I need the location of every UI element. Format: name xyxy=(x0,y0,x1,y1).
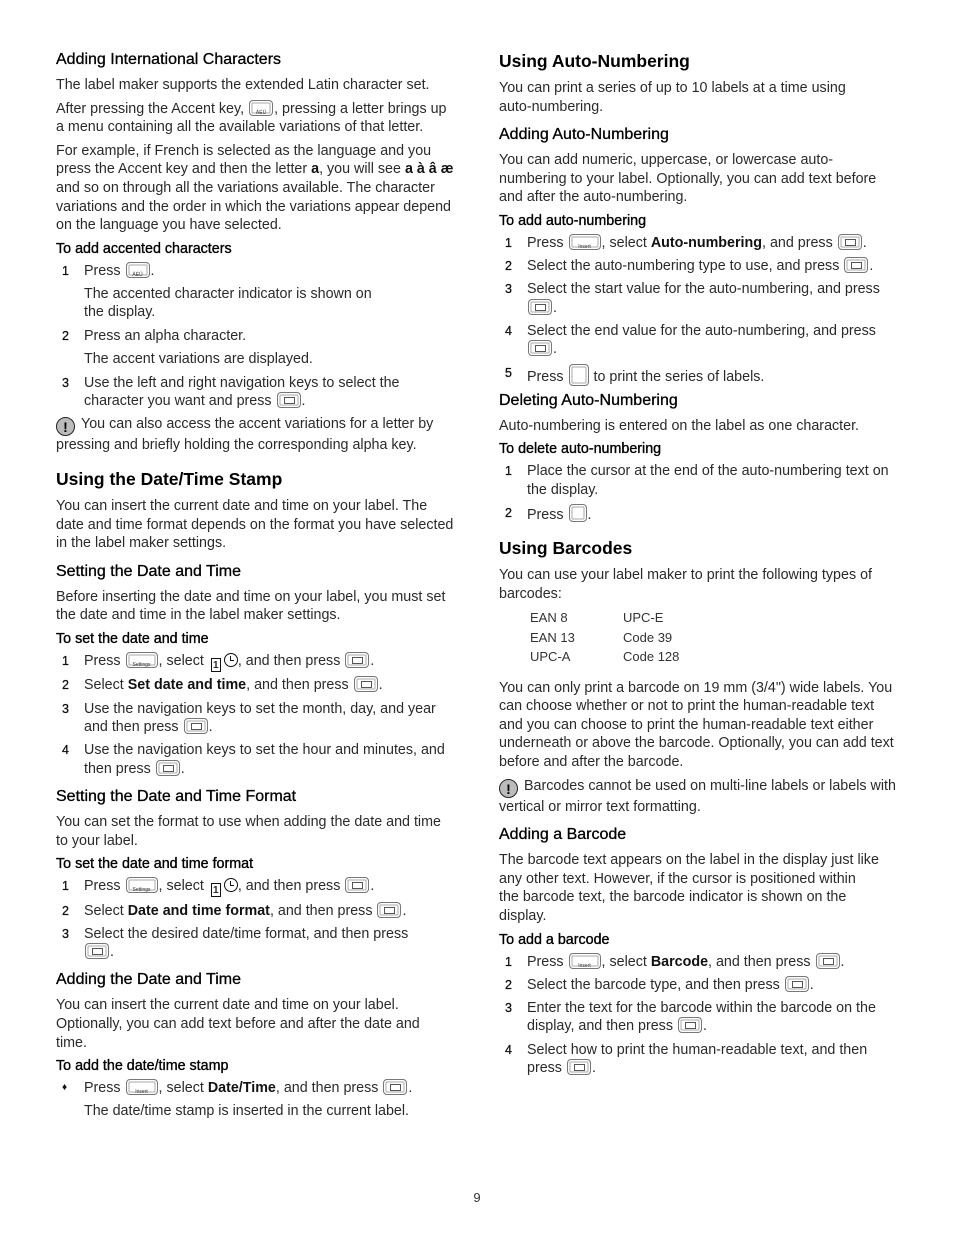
ok-key-icon xyxy=(377,901,402,918)
barcode-type: UPC-A xyxy=(530,649,571,665)
barcodes-heading: Using Barcodes xyxy=(499,538,633,558)
add-barcode-procedure-title: To add a barcode xyxy=(499,931,610,948)
ok-key-icon xyxy=(276,392,301,409)
add-datetime-result: The date/time stamp is inserted in the c… xyxy=(84,1103,410,1120)
datetime-format-step: 2 Select Date and time format, and then p… xyxy=(62,901,407,919)
add-autonum-step: 4 Select the end value for the auto-numbe… xyxy=(505,322,876,358)
ok-key-icon xyxy=(566,1059,591,1076)
barcode-type: UPC-E xyxy=(623,610,664,626)
insert-key-icon: Insert xyxy=(568,952,601,969)
calendar-icon: 1 xyxy=(210,883,221,898)
barcode-type: EAN 8 xyxy=(530,610,568,626)
intl-heading: Adding International Characters xyxy=(56,51,282,68)
warning-icon: ! xyxy=(499,778,518,798)
ok-key-icon xyxy=(844,257,869,274)
datetime-format-intro: You can set the format to use when addin… xyxy=(56,813,441,849)
ok-key-icon xyxy=(784,975,809,992)
intl-step-result: The accent variations are displayed. xyxy=(84,351,313,368)
ok-key-icon xyxy=(183,718,208,735)
add-barcode-step: 4 Select how to print the human-readable … xyxy=(505,1041,868,1077)
add-autonum-procedure-title: To add auto-numbering xyxy=(499,212,647,229)
add-barcode-step: 2 Select the barcode type, and then press… xyxy=(505,975,814,993)
ok-key-icon xyxy=(155,759,180,776)
left-column: Adding International Characters The labe… xyxy=(56,50,456,1126)
insert-key-icon: Insert xyxy=(568,233,601,250)
right-column: Using Auto-Numbering You can print a ser… xyxy=(499,50,899,1082)
delete-autonum-step: 2 Press . xyxy=(505,503,592,523)
intl-step: 3 Use the left and right navigation keys … xyxy=(62,374,400,410)
set-datetime-step: 3 Use the navigation keys to set the mont… xyxy=(62,700,436,736)
barcode-type: Code 39 xyxy=(623,629,673,645)
backspace-key-icon xyxy=(568,503,587,522)
autonum-heading: Using Auto-Numbering xyxy=(499,51,690,71)
delete-autonum-procedure-title: To delete auto-numbering xyxy=(499,441,662,458)
ok-key-icon xyxy=(383,1079,408,1096)
ok-key-icon xyxy=(345,877,370,894)
add-autonum-intro: You can add numeric, uppercase, or lower… xyxy=(499,152,877,206)
warning-icon: ! xyxy=(56,417,75,437)
barcode-types-list: EAN 8 UPC-E EAN 13 Code 39 UPC-A Code 12… xyxy=(499,608,899,667)
datetime-heading: Using the Date/Time Stamp xyxy=(56,469,283,489)
print-key-icon xyxy=(568,363,589,386)
set-datetime-procedure-title: To set the date and time xyxy=(56,630,209,647)
intl-note: ! You can also access the accent variatio… xyxy=(56,416,434,454)
intl-p1: The label maker supports the extended La… xyxy=(56,77,430,93)
set-datetime-heading: Setting the Date and Time xyxy=(56,562,241,580)
intl-p3: For example, if French is selected as th… xyxy=(56,142,454,234)
settings-key-icon: Settings xyxy=(125,877,158,894)
add-autonum-step: 2 Select the auto-numbering type to use, … xyxy=(505,257,874,275)
datetime-format-step: 1 Press Settings, select 1, and then pres… xyxy=(62,877,375,898)
intl-p2: After pressing the Accent key, ÀÉÜ, pres… xyxy=(56,99,447,136)
accent-key-icon: ÀÉÜ xyxy=(249,99,274,116)
add-barcode-step: 3 Enter the text for the barcode within t… xyxy=(505,999,876,1035)
autonum-intro: You can print a series of up to 10 label… xyxy=(499,80,846,115)
add-datetime-heading: Adding the Date and Time xyxy=(56,971,242,989)
datetime-format-heading: Setting the Date and Time Format xyxy=(56,787,297,805)
intl-step: 1 Press ÀÉÜ. xyxy=(62,261,155,279)
intl-step: 2 Press an alpha character. xyxy=(62,328,247,345)
set-datetime-intro: Before inserting the date and time on yo… xyxy=(56,588,446,624)
barcodes-note: ! Barcodes cannot be used on multi-line l… xyxy=(499,777,896,815)
datetime-format-procedure-title: To set the date and time format xyxy=(56,856,254,873)
settings-key-icon: Settings xyxy=(125,651,158,668)
add-barcode-intro: The barcode text appears on the label in… xyxy=(499,852,879,925)
set-datetime-step: 2 Select Set date and time, and then pres… xyxy=(62,676,383,694)
insert-key-icon: Insert xyxy=(125,1079,158,1096)
ok-key-icon xyxy=(528,298,552,315)
add-autonum-step: 1 Press Insert, select Auto-numbering, an… xyxy=(505,233,867,251)
delete-autonum-heading: Deleting Auto-Numbering xyxy=(499,391,678,409)
clock-icon xyxy=(223,652,238,667)
add-autonum-step: 3 Select the start value for the auto-num… xyxy=(505,281,880,316)
add-datetime-step: ♦ Press Insert, select Date/Time, and the… xyxy=(62,1079,413,1097)
intl-procedure-title: To add accented characters xyxy=(56,240,232,257)
add-autonum-step: 5 Press to print the series of labels. xyxy=(505,363,765,386)
clock-icon xyxy=(223,878,238,893)
add-datetime-intro: You can insert the current date and time… xyxy=(56,997,420,1051)
barcode-type: Code 128 xyxy=(623,649,680,665)
add-barcode-step: 1 Press Insert, select Barcode, and then … xyxy=(505,952,845,970)
ok-key-icon xyxy=(528,340,552,357)
intl-step-result: The accented character indicator is show… xyxy=(84,285,372,321)
ok-key-icon xyxy=(85,943,109,960)
ok-key-icon xyxy=(677,1017,702,1034)
barcodes-p2: You can only print a barcode on 19 mm (3… xyxy=(499,679,894,771)
ok-key-icon xyxy=(815,952,840,969)
set-datetime-step: 4 Use the navigation keys to set the hour… xyxy=(62,742,445,777)
datetime-format-step: 3 Select the desired date/time format, an… xyxy=(62,925,409,961)
ok-key-icon xyxy=(345,651,370,668)
accent-key-icon: ÀÉÜ xyxy=(125,261,150,278)
ok-key-icon xyxy=(353,676,378,693)
add-datetime-procedure-title: To add the date/time stamp xyxy=(56,1058,229,1075)
barcode-type: EAN 13 xyxy=(530,629,575,645)
add-barcode-heading: Adding a Barcode xyxy=(499,826,627,844)
add-autonum-heading: Adding Auto-Numbering xyxy=(499,126,669,144)
delete-autonum-intro: Auto-numbering is entered on the label a… xyxy=(499,417,860,434)
page-number: 9 xyxy=(473,1190,481,1205)
set-datetime-step: 1 Press Settings, select 1, and then pres… xyxy=(62,651,375,672)
delete-autonum-step: 1 Place the cursor at the end of the auto… xyxy=(505,463,889,498)
ok-key-icon xyxy=(837,233,862,250)
barcodes-intro: You can use your label maker to print th… xyxy=(499,567,872,602)
datetime-intro: You can insert the current date and time… xyxy=(56,498,454,552)
calendar-icon: 1 xyxy=(210,657,221,672)
